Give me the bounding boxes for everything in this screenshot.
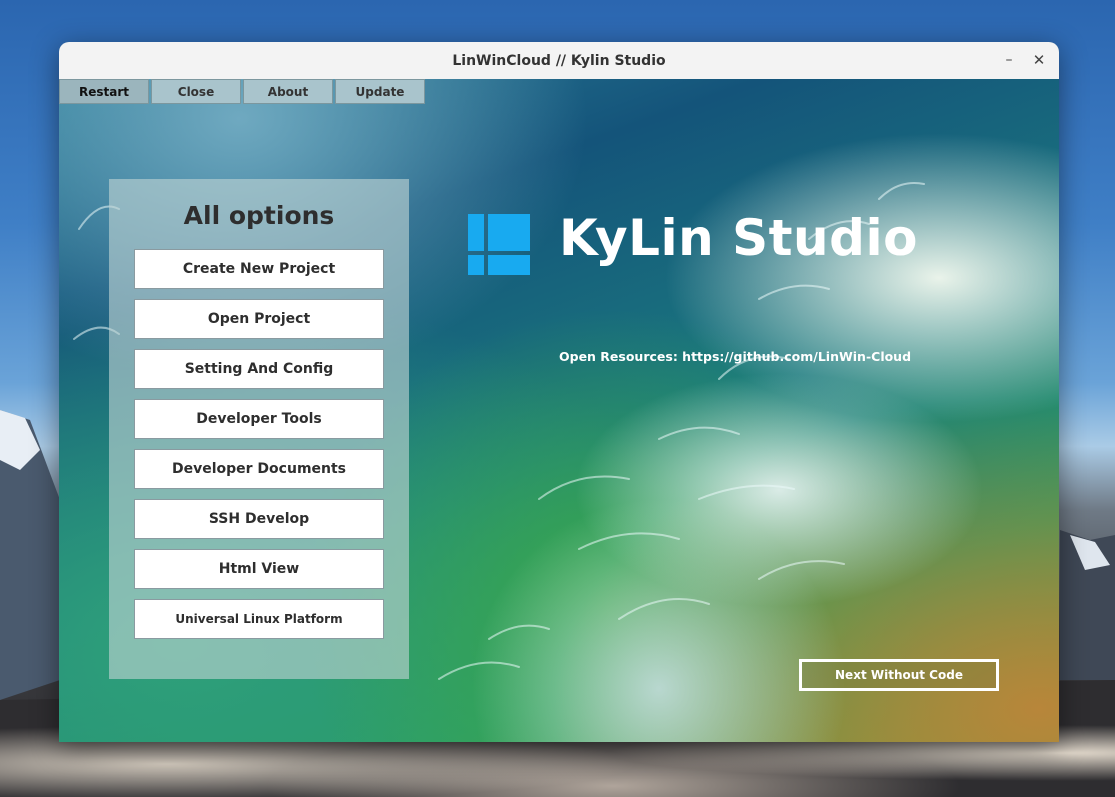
restart-button[interactable]: Restart bbox=[59, 79, 149, 104]
open-resources-text: Open Resources: https://github.com/LinWi… bbox=[559, 349, 912, 364]
create-new-project-button[interactable]: Create New Project bbox=[134, 249, 384, 289]
universal-linux-platform-button[interactable]: Universal Linux Platform bbox=[134, 599, 384, 639]
windows-logo-icon bbox=[468, 214, 530, 275]
minimize-icon[interactable]: – bbox=[999, 50, 1019, 70]
about-button[interactable]: About bbox=[243, 79, 333, 104]
setting-and-config-button[interactable]: Setting And Config bbox=[134, 349, 384, 389]
options-panel: All options Create New Project Open Proj… bbox=[109, 179, 409, 679]
developer-documents-button[interactable]: Developer Documents bbox=[134, 449, 384, 489]
close-button[interactable]: Close bbox=[151, 79, 241, 104]
menu-bar: Restart Close About Update bbox=[59, 79, 427, 104]
app-window: LinWinCloud // Kylin Studio – ✕ Restart … bbox=[59, 42, 1059, 742]
update-button[interactable]: Update bbox=[335, 79, 425, 104]
options-title: All options bbox=[183, 201, 335, 230]
close-icon[interactable]: ✕ bbox=[1029, 50, 1049, 70]
window-titlebar[interactable]: LinWinCloud // Kylin Studio – ✕ bbox=[59, 42, 1059, 80]
main-content: Restart Close About Update All options C… bbox=[59, 79, 1059, 742]
html-view-button[interactable]: Html View bbox=[134, 549, 384, 589]
ssh-develop-button[interactable]: SSH Develop bbox=[134, 499, 384, 539]
brand-title: KyLin Studio bbox=[559, 209, 918, 267]
developer-tools-button[interactable]: Developer Tools bbox=[134, 399, 384, 439]
open-project-button[interactable]: Open Project bbox=[134, 299, 384, 339]
window-title: LinWinCloud // Kylin Studio bbox=[452, 52, 666, 69]
next-without-code-button[interactable]: Next Without Code bbox=[799, 659, 999, 691]
